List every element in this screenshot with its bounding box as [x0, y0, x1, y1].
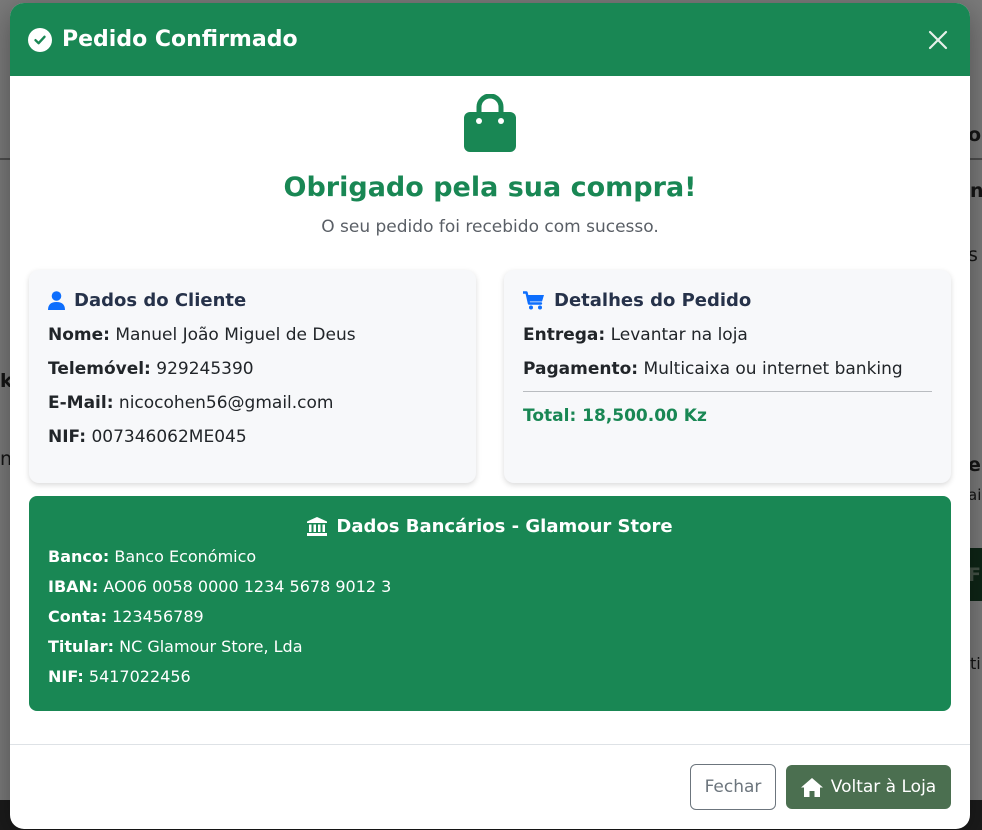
confirmation-subtitle: O seu pedido foi recebido com sucesso. — [321, 217, 659, 237]
order-confirmation-modal: Pedido Confirmado Obrigado pela sua comp… — [10, 3, 970, 829]
order-payment-row: Pagamento: Multicaixa ou internet bankin… — [523, 359, 903, 379]
shopping-bag-icon — [464, 94, 516, 152]
customer-card: Dados do Cliente Nome: Manuel João Migue… — [29, 270, 476, 483]
bank-name-row: Banco: Banco Económico — [48, 547, 257, 566]
order-payment: Multicaixa ou internet banking — [643, 359, 903, 379]
modal-title: Pedido Confirmado — [62, 27, 298, 52]
user-icon — [48, 291, 65, 310]
customer-email: nicocohen56@gmail.com — [118, 393, 334, 413]
info-cards: Dados do Cliente Nome: Manuel João Migue… — [29, 270, 951, 483]
close-icon[interactable] — [924, 26, 952, 54]
bank-account: 123456789 — [112, 607, 204, 626]
order-card: Detalhes do Pedido Entrega: Levantar na … — [504, 270, 951, 483]
order-card-title: Detalhes do Pedido — [523, 290, 932, 311]
home-icon — [800, 777, 823, 797]
order-divider — [523, 391, 932, 392]
customer-nif-row: NIF: 007346062ME045 — [48, 427, 247, 447]
bank-nif: 5417022456 — [88, 667, 191, 686]
modal-header: Pedido Confirmado — [10, 3, 970, 76]
bank-account-row: Conta: 123456789 — [48, 607, 204, 626]
thank-you-heading: Obrigado pela sua compra! — [283, 172, 697, 203]
bank-iban-row: IBAN: AO06 0058 0000 1234 5678 9012 3 — [48, 577, 392, 596]
customer-name: Manuel João Miguel de Deus — [115, 325, 356, 345]
bank-name: Banco Económico — [114, 547, 257, 566]
close-button[interactable]: Fechar — [690, 764, 776, 810]
customer-email-row: E-Mail: nicocohen56@gmail.com — [48, 393, 334, 413]
back-to-store-button[interactable]: Voltar à Loja — [786, 765, 951, 809]
order-delivery-row: Entrega: Levantar na loja — [523, 325, 748, 345]
customer-name-row: Nome: Manuel João Miguel de Deus — [48, 325, 356, 345]
bank-holder-row: Titular: NC Glamour Store, Lda — [48, 637, 303, 656]
modal-footer: Fechar Voltar à Loja — [10, 744, 970, 829]
bank-card-title: Dados Bancários - Glamour Store — [48, 516, 932, 537]
order-delivery: Levantar na loja — [610, 325, 748, 345]
customer-phone: 929245390 — [156, 359, 254, 379]
bank-nif-row: NIF: 5417022456 — [48, 667, 191, 686]
cart-icon — [523, 291, 544, 310]
bank-details-card: Dados Bancários - Glamour Store Banco: B… — [29, 496, 951, 711]
bank-holder: NC Glamour Store, Lda — [119, 637, 303, 656]
confirmation-hero: Obrigado pela sua compra! O seu pedido f… — [29, 94, 951, 237]
bank-icon — [307, 517, 328, 536]
bank-iban: AO06 0058 0000 1234 5678 9012 3 — [103, 577, 392, 596]
order-total: Total: 18,500.00 Kz — [523, 406, 707, 426]
customer-nif: 007346062ME045 — [91, 427, 247, 447]
check-circle-icon — [28, 27, 52, 52]
modal-body: Obrigado pela sua compra! O seu pedido f… — [10, 76, 970, 711]
customer-phone-row: Telemóvel: 929245390 — [48, 359, 254, 379]
customer-card-title: Dados do Cliente — [48, 290, 457, 311]
